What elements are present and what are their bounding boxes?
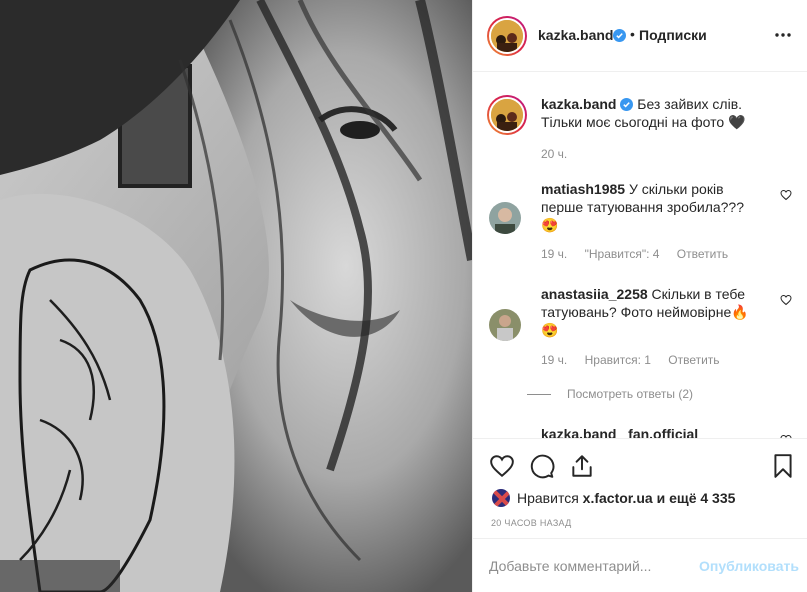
- verified-badge-icon: [620, 98, 634, 111]
- post-timestamp[interactable]: 20 часов назад: [491, 518, 572, 528]
- comment-avatar[interactable]: [489, 309, 521, 341]
- heart-icon[interactable]: [489, 453, 515, 479]
- likes-prefix: Нравится: [517, 490, 579, 506]
- post-image: [0, 0, 472, 592]
- avatar-image: [491, 99, 523, 131]
- post-header: kazka.band • Подписки: [473, 0, 807, 72]
- comment-item: matiash1985 У скільки років перше татуюв…: [487, 180, 797, 270]
- add-comment-form: Опубликовать: [473, 538, 807, 592]
- comment-time[interactable]: 19 ч.: [541, 247, 567, 261]
- comment-time[interactable]: 19 ч.: [541, 353, 567, 367]
- like-comment-heart-icon[interactable]: [780, 434, 792, 439]
- comment-icon[interactable]: [529, 453, 555, 479]
- bookmark-icon[interactable]: [770, 453, 796, 479]
- caption-avatar[interactable]: [487, 95, 527, 135]
- more-horizontal-icon[interactable]: [773, 25, 793, 45]
- action-bar: [473, 440, 807, 490]
- separator-dot: •: [630, 26, 635, 42]
- share-icon[interactable]: [569, 453, 595, 479]
- comment-input[interactable]: [489, 555, 689, 577]
- author-username[interactable]: kazka.band: [538, 27, 613, 43]
- like-comment-heart-icon[interactable]: [780, 294, 792, 306]
- comment-likes[interactable]: "Нравится": 4: [585, 247, 660, 261]
- comment-text: anastasiia_2258 Скільки в тебе татуювань…: [541, 285, 761, 339]
- likes-user[interactable]: x.factor.ua: [583, 490, 653, 506]
- view-replies-button[interactable]: Посмотреть ответы (2): [527, 387, 693, 401]
- comment-meta: 19 ч. "Нравится": 4 Ответить: [541, 247, 742, 261]
- caption-time[interactable]: 20 ч.: [541, 147, 567, 161]
- comment-meta: 19 ч. Нравится: 1 Ответить: [541, 353, 734, 367]
- likes-count[interactable]: и ещё 4 335: [657, 490, 736, 506]
- avatar-image: [489, 202, 521, 234]
- liker-avatar[interactable]: [491, 488, 511, 508]
- comment-item: kazka.band _fan.official: [487, 425, 797, 439]
- following-button[interactable]: Подписки: [639, 27, 707, 43]
- avatar-image: [489, 309, 521, 341]
- caption: kazka.band Без зайвих слів. Тільки моє с…: [487, 93, 797, 183]
- comment-text: matiash1985 У скільки років перше татуюв…: [541, 180, 761, 234]
- likes-text: Нравится x.factor.ua и ещё 4 335: [517, 490, 735, 506]
- comment-avatar[interactable]: [489, 202, 521, 234]
- caption-meta: 20 ч.: [541, 147, 581, 161]
- comment-author[interactable]: anastasiia_2258: [541, 286, 648, 302]
- liker-avatar-image: [492, 489, 510, 507]
- comment-body[interactable]: _fan.official: [620, 426, 698, 438]
- verified-badge-icon: [613, 29, 626, 42]
- reply-button[interactable]: Ответить: [668, 353, 719, 367]
- comment-likes[interactable]: Нравится: 1: [585, 353, 651, 367]
- comments-list[interactable]: kazka.band Без зайвих слів. Тільки моє с…: [473, 73, 807, 439]
- publish-button[interactable]: Опубликовать: [699, 558, 799, 574]
- comment-emoji: 😍: [541, 217, 559, 233]
- avatar-image: [491, 20, 523, 52]
- author-avatar[interactable]: [487, 16, 527, 56]
- like-comment-heart-icon[interactable]: [780, 189, 792, 201]
- comment-author[interactable]: matiash1985: [541, 181, 625, 197]
- post-photo[interactable]: [0, 0, 472, 592]
- comment-text: kazka.band _fan.official: [541, 425, 781, 438]
- comment-author[interactable]: kazka.band: [541, 426, 616, 438]
- comment-emoji: 😍: [541, 322, 559, 338]
- caption-text: kazka.band Без зайвих слів. Тільки моє с…: [541, 95, 781, 131]
- comment-item: anastasiia_2258 Скільки в тебе татуювань…: [487, 285, 797, 425]
- reply-button[interactable]: Ответить: [677, 247, 728, 261]
- caption-author[interactable]: kazka.band: [541, 96, 616, 112]
- post-side-panel: kazka.band • Подписки kazka.band Без зай…: [472, 0, 807, 592]
